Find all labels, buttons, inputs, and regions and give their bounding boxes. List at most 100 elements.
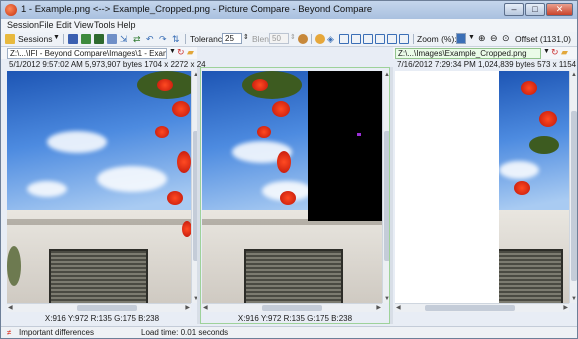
flower-cluster — [182, 221, 191, 237]
scroll-right-icon[interactable]: ▶ — [563, 304, 568, 312]
difference-image-pane[interactable] — [202, 71, 382, 303]
window-title: 1 - Example.png <--> Example_Cropped.png… — [21, 4, 373, 15]
middle-horizontal-scrollbar[interactable]: ◀ ▶ — [202, 303, 382, 312]
cloud — [27, 181, 67, 197]
right-path-row: Z:\...\Images\Example_Cropped.png ▼ ↻ ▰ — [393, 47, 577, 59]
menu-tools[interactable]: Tools — [94, 20, 115, 30]
blend-spinner-icon[interactable]: ⇕ — [290, 33, 296, 41]
menu-view[interactable]: View — [74, 20, 93, 30]
flip-icon[interactable]: ⇅ — [172, 34, 182, 44]
app-window: 1 - Example.png <--> Example_Cropped.png… — [0, 0, 578, 339]
left-path-row: Z:\...\IFI - Beyond Compare\Images\1 - E… — [1, 47, 197, 59]
same-icon[interactable] — [81, 34, 91, 44]
status-load-time: Load time: 0.01 seconds — [141, 328, 229, 337]
right-vertical-scroll-thumb[interactable] — [571, 111, 577, 281]
toolbar-separator — [311, 34, 312, 44]
rotate-left-icon[interactable]: ↶ — [146, 34, 156, 44]
zoom-in-icon[interactable]: ⊕ — [478, 33, 486, 44]
scroll-up-icon[interactable]: ▲ — [571, 71, 577, 79]
cloud — [97, 166, 167, 192]
swap-sides-icon[interactable]: ⇄ — [133, 34, 143, 44]
flower-cluster — [177, 151, 191, 173]
left-horizontal-scroll-thumb[interactable] — [77, 305, 137, 311]
status-bar: ≠ Important differences Load time: 0.01 … — [1, 326, 577, 338]
toolbar-separator — [63, 34, 64, 44]
foliage — [242, 71, 302, 99]
scroll-left-icon[interactable]: ◀ — [8, 304, 13, 312]
maximize-button[interactable]: □ — [525, 3, 545, 16]
menu-session[interactable]: Session — [7, 20, 39, 30]
tolerance-spinner-icon[interactable]: ⇕ — [243, 33, 249, 41]
layout-stacked-icon[interactable] — [399, 34, 409, 44]
offset-readout: Offset (1131,0) — [515, 34, 571, 44]
sessions-dropdown-icon[interactable]: ▼ — [53, 34, 60, 41]
close-button[interactable]: ✕ — [546, 3, 573, 16]
window-shutter — [49, 249, 148, 303]
flower-cluster — [521, 81, 537, 95]
scroll-left-icon[interactable]: ◀ — [396, 304, 401, 312]
menu-help[interactable]: Help — [117, 20, 136, 30]
left-path-dropdown-icon[interactable]: ▼ — [169, 48, 176, 55]
right-image-pane[interactable] — [395, 71, 569, 303]
right-file-info: 7/16/2012 7:29:34 PM 1,024,839 bytes 573… — [397, 60, 578, 69]
layout-three-icon[interactable] — [375, 34, 385, 44]
flower-cluster — [252, 79, 268, 91]
flower-cluster — [539, 111, 557, 127]
toolbar: Sessions ▼ ⇲ ⇄ ↶ ↷ ⇅ Tolerance: 25 ⇕ Ble… — [1, 32, 577, 47]
next-diff-icon[interactable]: ⇲ — [120, 34, 130, 44]
middle-horizontal-scroll-thumb[interactable] — [262, 305, 322, 311]
diamond-icon[interactable]: ◈ — [327, 34, 337, 44]
tree-trunk — [7, 246, 21, 286]
toolbar-separator — [185, 34, 186, 44]
beyond-compare-logo-icon — [5, 4, 17, 16]
sessions-button[interactable]: Sessions — [18, 34, 53, 44]
layout-two-icon[interactable] — [351, 34, 361, 44]
blend-input[interactable]: 50 — [269, 33, 289, 44]
rotate-right-icon[interactable]: ↷ — [159, 34, 169, 44]
right-horizontal-scrollbar[interactable]: ◀ ▶ — [395, 303, 569, 312]
menu-file[interactable]: File — [39, 20, 54, 30]
flower-cluster — [277, 151, 291, 173]
important-difference-icon: ≠ — [7, 328, 12, 337]
scroll-left-icon[interactable]: ◀ — [203, 304, 208, 312]
layout-horizontal-icon[interactable] — [387, 34, 397, 44]
pane-divider[interactable] — [197, 67, 200, 324]
flower-cluster — [272, 101, 290, 117]
minor-icon[interactable] — [107, 34, 117, 44]
right-refresh-icon[interactable]: ↻ — [551, 47, 559, 58]
home-icon[interactable] — [5, 34, 15, 44]
cloud — [499, 161, 539, 179]
scroll-right-icon[interactable]: ▶ — [376, 304, 381, 312]
person-icon[interactable] — [298, 34, 308, 44]
zoom-select[interactable] — [456, 33, 466, 44]
color-icon[interactable] — [315, 34, 325, 44]
zoom-label: Zoom (%): — [417, 34, 457, 44]
difference-region — [308, 71, 382, 221]
scroll-right-icon[interactable]: ▶ — [185, 304, 190, 312]
left-image-pane[interactable] — [7, 71, 191, 303]
all-differences-icon[interactable] — [68, 34, 78, 44]
left-refresh-icon[interactable]: ↻ — [177, 47, 185, 58]
right-folder-icon[interactable]: ▰ — [561, 47, 568, 58]
left-horizontal-scrollbar[interactable]: ◀ ▶ — [7, 303, 191, 312]
zoom-fit-icon[interactable]: ⊙ — [502, 33, 510, 44]
tolerance-input[interactable]: 25 — [222, 33, 242, 44]
status-differences: Important differences — [19, 328, 95, 337]
zoom-dropdown-icon[interactable]: ▼ — [468, 34, 475, 41]
flower-cluster — [514, 181, 530, 195]
scroll-down-icon[interactable]: ▼ — [571, 295, 577, 303]
layout-grid-icon[interactable] — [363, 34, 373, 44]
layout-split-icon[interactable] — [339, 34, 349, 44]
zoom-out-icon[interactable]: ⊖ — [490, 33, 498, 44]
menu-edit[interactable]: Edit — [56, 20, 72, 30]
right-horizontal-scroll-thumb[interactable] — [425, 305, 515, 311]
pane-divider[interactable] — [390, 67, 393, 324]
left-path-input[interactable]: Z:\...\IFI - Beyond Compare\Images\1 - E… — [7, 48, 167, 59]
right-vertical-scrollbar[interactable]: ▲ ▼ — [569, 71, 577, 303]
context-icon[interactable] — [94, 34, 104, 44]
left-folder-icon[interactable]: ▰ — [187, 47, 194, 58]
right-path-input[interactable]: Z:\...\Images\Example_Cropped.png — [395, 48, 541, 59]
difference-marker — [357, 133, 361, 136]
minimize-button[interactable]: – — [504, 3, 524, 16]
right-path-dropdown-icon[interactable]: ▼ — [543, 48, 550, 55]
